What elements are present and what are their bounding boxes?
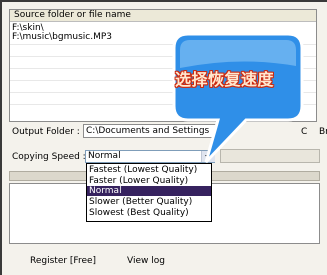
file-list-row[interactable]: F:\music\bgmusic.MP3 [12,33,112,42]
copying-speed-label: Copying Speed : [12,152,86,162]
speed-option-normal[interactable]: Normal [87,186,211,196]
browse-button[interactable]: Br [319,127,327,137]
speech-bubble-callout [172,32,304,164]
speed-option-slowest[interactable]: Slowest (Best Quality) [87,208,211,218]
output-folder-label: Output Folder : [12,127,80,137]
window-frame-top [0,0,327,2]
callout-text: 选择恢复速度 [175,70,275,89]
window-frame-left [0,0,2,275]
view-log-link[interactable]: View log [127,256,165,266]
speed-option-slower[interactable]: Slower (Better Quality) [87,197,211,207]
register-link[interactable]: Register [Free] [30,256,96,266]
